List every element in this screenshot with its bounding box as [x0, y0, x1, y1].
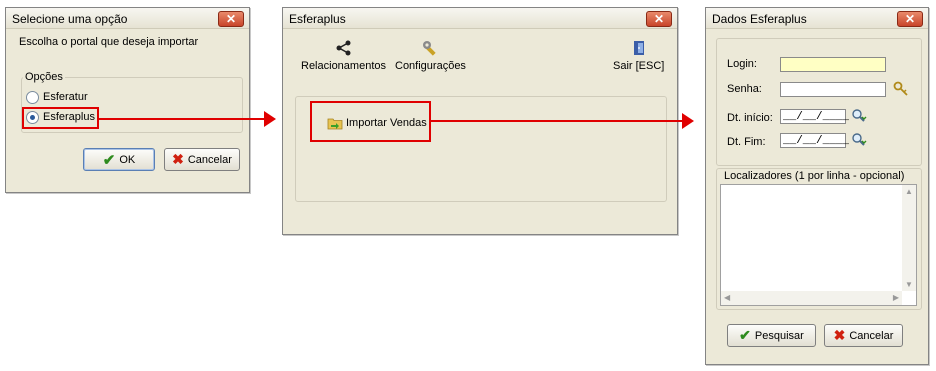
radio-esferatur[interactable] [26, 91, 39, 104]
arrow1-head [264, 111, 276, 127]
dt-inicio-field[interactable]: __/__/____ [780, 109, 849, 124]
dialog1-close-button[interactable]: ✕ [218, 11, 244, 27]
localizadores-textarea[interactable]: ▲ ▼ ◀ ▶ [720, 184, 917, 306]
date-search-icon[interactable] [851, 108, 867, 124]
pesquisar-label: Pesquisar [754, 329, 804, 342]
sair-button[interactable]: Sair [ESC] [613, 40, 664, 72]
scroll-left-arrow[interactable]: ◀ [724, 293, 730, 302]
highlight-esferaplus [22, 107, 99, 129]
options-group-label: Opções [23, 71, 65, 83]
dialog1-cancel-button[interactable]: ✖ Cancelar [164, 148, 240, 171]
dialog3-titlebar: Dados Esferaplus ✕ [706, 8, 928, 29]
highlight-importar-vendas [310, 101, 431, 142]
arrow2-head [682, 113, 694, 129]
check-icon: ✔ [739, 327, 751, 343]
configuracoes-button[interactable]: Configurações [395, 40, 466, 72]
keys-icon[interactable] [893, 81, 909, 97]
login-label: Login: [727, 58, 757, 70]
date-search-icon[interactable] [851, 132, 867, 148]
arrow2-line [429, 120, 683, 122]
share-nodes-icon [336, 40, 350, 56]
dialog3-title: Dados Esferaplus [712, 12, 807, 26]
dialog1-prompt: Escolha o portal que deseja importar [19, 36, 199, 48]
cancel-x-icon: ✖ [172, 151, 184, 167]
scroll-up-arrow[interactable]: ▲ [905, 187, 913, 196]
dt-fim-field[interactable]: __/__/____ [780, 133, 849, 148]
vertical-scrollbar[interactable]: ▲ ▼ [902, 185, 916, 291]
relacionamentos-label: Relacionamentos [301, 60, 386, 72]
dialog3-cancel-button[interactable]: ✖ Cancelar [824, 324, 903, 347]
radio-esferatur-label[interactable]: Esferatur [43, 91, 88, 103]
pesquisar-button[interactable]: ✔ Pesquisar [727, 324, 816, 347]
dialog2-titlebar: Esferaplus ✕ [283, 8, 677, 29]
arrow1-line [97, 118, 265, 120]
scroll-down-arrow[interactable]: ▼ [905, 280, 913, 289]
senha-label: Senha: [727, 83, 762, 95]
senha-field[interactable] [780, 82, 886, 97]
ok-button-label: OK [119, 153, 136, 166]
login-field[interactable] [780, 57, 886, 72]
cancel-x-icon: ✖ [833, 327, 846, 343]
horizontal-scrollbar[interactable]: ◀ ▶ [721, 291, 902, 305]
dialog3-close-button[interactable]: ✕ [897, 11, 923, 27]
dialog-dados-esferaplus: Dados Esferaplus ✕ Login: Senha: Dt. iní… [705, 7, 929, 365]
ok-button[interactable]: ✔ OK [83, 148, 155, 171]
dialog2-close-button[interactable]: ✕ [646, 11, 672, 27]
wrench-icon [423, 41, 437, 56]
check-icon: ✔ [102, 151, 116, 169]
dialog1-cancel-label: Cancelar [187, 153, 232, 166]
dialog2-title: Esferaplus [289, 12, 346, 26]
dt-inicio-label: Dt. início: [727, 112, 773, 124]
localizadores-label: Localizadores (1 por linha - opcional) [724, 170, 905, 182]
dt-fim-label: Dt. Fim: [727, 136, 766, 148]
dialog1-title: Selecione uma opção [12, 12, 128, 26]
exit-door-icon [633, 41, 644, 55]
configuracoes-label: Configurações [395, 60, 466, 72]
dialog-selecione-opcao: Selecione uma opção ✕ Escolha o portal q… [5, 7, 250, 193]
dialog3-cancel-label: Cancelar [849, 329, 894, 342]
scroll-right-arrow[interactable]: ▶ [893, 293, 899, 302]
relacionamentos-button[interactable]: Relacionamentos [301, 40, 386, 72]
dialog1-titlebar: Selecione uma opção ✕ [6, 8, 249, 29]
sair-label: Sair [ESC] [613, 60, 665, 72]
